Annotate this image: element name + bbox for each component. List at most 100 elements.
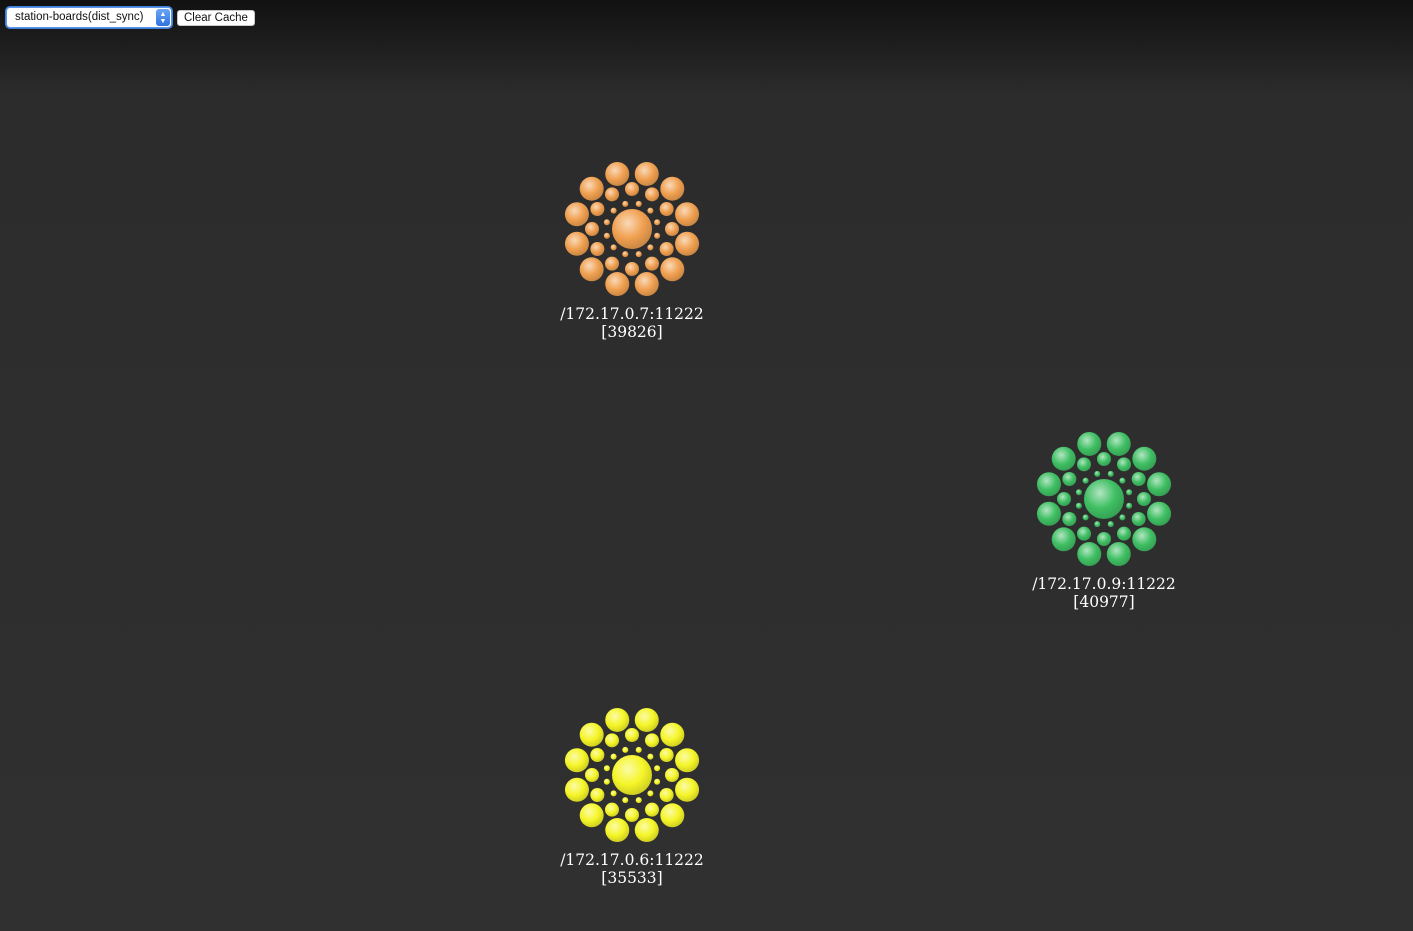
- node-ring-1-dot: [1051, 446, 1076, 471]
- node-ring-2-dot: [659, 748, 674, 762]
- node-ring-1-dot: [634, 707, 659, 732]
- node-address: /172.17.0.6:11222: [560, 851, 704, 869]
- node-ring-2-dot: [659, 202, 674, 216]
- node-ring-3-dot: [610, 790, 617, 797]
- node-ring-2-dot: [605, 802, 619, 817]
- node-ring-1-dot: [1132, 446, 1157, 471]
- cluster-node-icon[interactable]: [1034, 426, 1174, 572]
- node-ring-1-dot: [1132, 527, 1157, 552]
- node-ring-1-dot: [634, 272, 659, 297]
- node-ring-1-dot: [579, 176, 604, 201]
- node-ring-1-dot: [1106, 431, 1131, 456]
- node-ring-2-dot: [665, 222, 679, 236]
- cluster-node-icon[interactable]: [562, 156, 702, 302]
- node-ring-1-dot: [660, 176, 685, 201]
- node-ring-2-dot: [1137, 492, 1151, 506]
- node-ring-1-dot: [1147, 501, 1172, 526]
- node-ring-1-dot: [675, 202, 700, 227]
- node-ring-2-dot: [1097, 452, 1111, 466]
- node-ring-2-dot: [1062, 472, 1077, 486]
- node-ring-1-dot: [579, 722, 604, 747]
- node-ring-3-dot: [1126, 489, 1133, 496]
- node-172-17-0-7[interactable]: /172.17.0.7:11222 [39826]: [552, 156, 712, 341]
- node-ring-3-dot: [610, 753, 617, 760]
- node-ring-3-dot: [647, 207, 654, 214]
- node-ring-2-dot: [665, 768, 679, 782]
- node-ring-3-dot: [1119, 477, 1126, 484]
- node-ring-1-dot: [660, 722, 685, 747]
- node-ring-2-dot: [645, 802, 659, 817]
- node-ring-2-dot: [1062, 512, 1077, 526]
- node-ring-3-dot: [647, 244, 654, 251]
- node-ring-2-dot: [625, 182, 639, 196]
- node-ring-2-dot: [1117, 457, 1131, 472]
- node-ring-3-dot: [654, 219, 661, 226]
- node-ring-3-dot: [622, 200, 629, 207]
- node-ring-2-dot: [590, 748, 605, 762]
- node-ring-1-dot: [579, 803, 604, 828]
- node-ring-2-dot: [645, 733, 659, 748]
- node-ring-1-dot: [675, 777, 700, 802]
- node-ring-2-dot: [1097, 532, 1111, 546]
- node-ring-2-dot: [605, 187, 619, 202]
- node-ring-2-dot: [1131, 472, 1146, 486]
- node-center-dot: [1084, 479, 1124, 519]
- node-ring-3-dot: [1082, 514, 1089, 521]
- toolbar: station-boards(dist_sync) ▲ ▼ Clear Cache: [6, 6, 255, 29]
- node-address: /172.17.0.9:11222: [1032, 575, 1176, 593]
- node-count: [39826]: [601, 323, 663, 341]
- node-ring-3-dot: [1082, 477, 1089, 484]
- node-ring-1-dot: [605, 272, 630, 297]
- node-ring-3-dot: [654, 232, 661, 239]
- node-ring-2-dot: [585, 768, 599, 782]
- node-ring-2-dot: [659, 242, 674, 256]
- clear-cache-button[interactable]: Clear Cache: [177, 9, 255, 26]
- node-ring-2-dot: [1077, 457, 1091, 472]
- node-ring-3-dot: [622, 251, 629, 258]
- node-ring-2-dot: [590, 202, 605, 216]
- node-ring-1-dot: [1077, 542, 1102, 567]
- node-ring-3-dot: [610, 207, 617, 214]
- node-ring-2-dot: [625, 728, 639, 742]
- node-ring-3-dot: [603, 232, 610, 239]
- node-center-dot: [612, 209, 652, 249]
- node-ring-1-dot: [660, 257, 685, 282]
- node-ring-3-dot: [622, 746, 629, 753]
- node-ring-1-dot: [564, 777, 589, 802]
- node-ring-3-dot: [635, 797, 642, 804]
- node-ring-1-dot: [675, 231, 700, 256]
- node-ring-3-dot: [622, 797, 629, 804]
- node-ring-2-dot: [590, 788, 605, 802]
- node-ring-3-dot: [610, 244, 617, 251]
- node-ring-1-dot: [1051, 527, 1076, 552]
- node-ring-2-dot: [605, 256, 619, 271]
- node-ring-2-dot: [1117, 526, 1131, 541]
- cache-select[interactable]: station-boards(dist_sync) ▲ ▼: [6, 7, 172, 28]
- cluster-node-icon[interactable]: [562, 702, 702, 848]
- node-172-17-0-9[interactable]: /172.17.0.9:11222 [40977]: [1024, 426, 1184, 611]
- node-ring-2-dot: [1131, 512, 1146, 526]
- node-ring-3-dot: [603, 219, 610, 226]
- node-ring-3-dot: [654, 765, 661, 772]
- node-ring-3-dot: [1094, 470, 1101, 477]
- node-ring-1-dot: [605, 707, 630, 732]
- node-ring-3-dot: [654, 778, 661, 785]
- node-ring-3-dot: [1107, 470, 1114, 477]
- node-ring-1-dot: [605, 161, 630, 186]
- node-ring-2-dot: [1077, 526, 1091, 541]
- node-ring-1-dot: [1147, 472, 1172, 497]
- node-ring-2-dot: [605, 733, 619, 748]
- node-ring-2-dot: [645, 256, 659, 271]
- node-ring-3-dot: [1126, 502, 1133, 509]
- node-ring-2-dot: [1057, 492, 1071, 506]
- node-172-17-0-6[interactable]: /172.17.0.6:11222 [35533]: [552, 702, 712, 887]
- node-ring-1-dot: [1106, 542, 1131, 567]
- node-count: [40977]: [1073, 593, 1135, 611]
- node-ring-3-dot: [603, 765, 610, 772]
- node-address: /172.17.0.7:11222: [560, 305, 704, 323]
- node-ring-1-dot: [579, 257, 604, 282]
- node-ring-2-dot: [645, 187, 659, 202]
- node-ring-2-dot: [590, 242, 605, 256]
- node-ring-3-dot: [635, 251, 642, 258]
- node-ring-1-dot: [675, 748, 700, 773]
